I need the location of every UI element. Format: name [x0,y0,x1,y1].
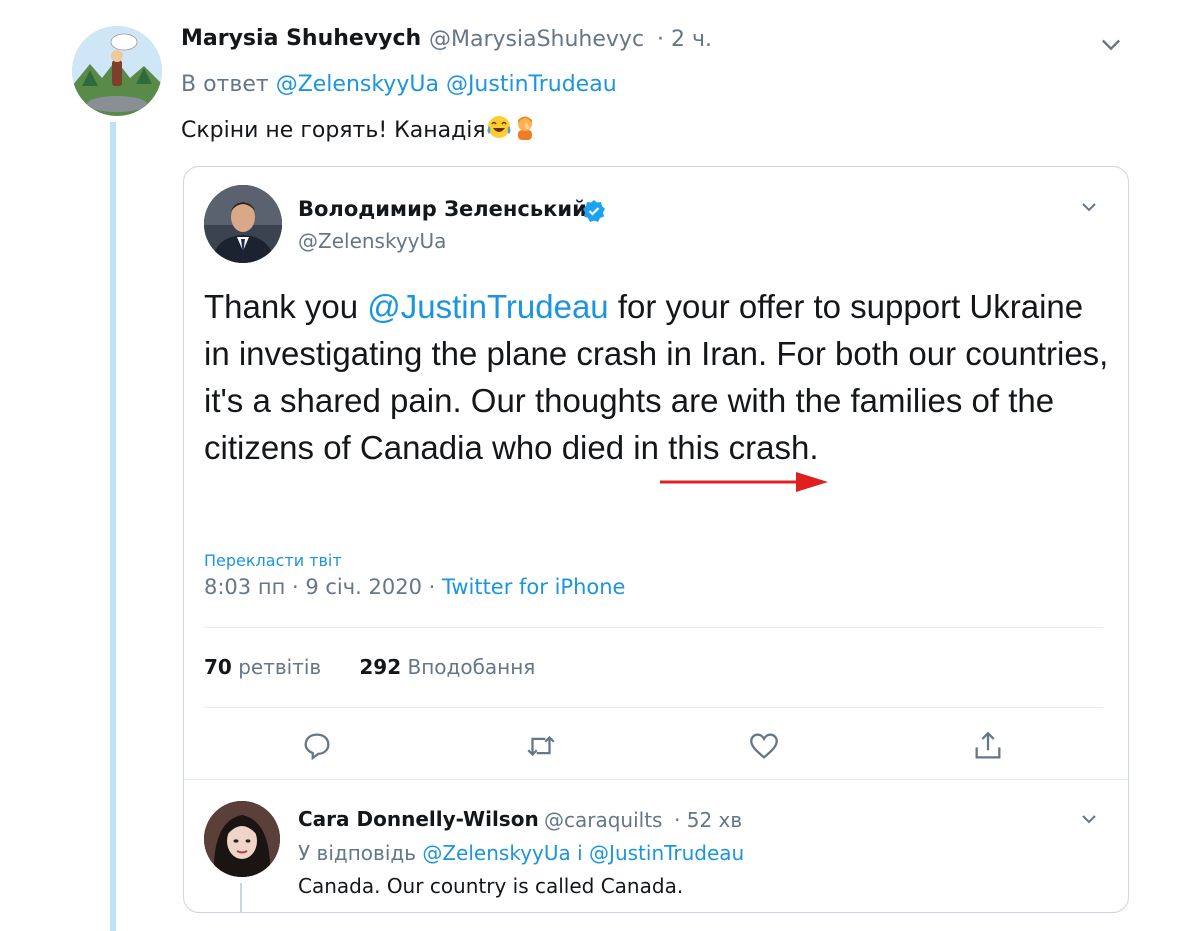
tweet-metadata: 8:03 пп · 9 січ. 2020 · Twitter for iPho… [204,575,625,599]
thread-connector-line [240,883,242,912]
divider [184,779,1128,780]
avatar-photo [204,801,280,877]
reply-prefix: У відповідь [298,841,416,865]
likes-count: 292 [359,655,402,679]
embedded-author-name[interactable]: Володимир Зеленський [298,197,587,221]
divider [204,627,1103,628]
avatar-photo [204,185,282,263]
reply-time[interactable]: · 52 хв [674,808,742,832]
tweet-source-link[interactable]: Twitter for iPhone [442,575,626,599]
outer-author-handle[interactable]: @MarysiaShuhevyc [429,27,644,52]
mention-link[interactable]: @ZelenskyyUa [422,841,570,865]
tweet-stats: 70 ретвітів 292 Вподобання [204,655,535,679]
like-heart-icon[interactable] [747,729,781,763]
divider [204,707,1103,708]
chevron-down-icon[interactable] [1077,807,1101,831]
mention-link[interactable]: @ZelenskyyUa [276,72,439,97]
mention-link[interactable]: @JustinTrudeau [589,841,744,865]
reply-icon[interactable] [300,729,334,763]
likes-label: Вподобання [407,655,536,679]
reply-author-handle[interactable]: @caraquilts [544,808,662,832]
share-icon[interactable] [971,729,1005,763]
reply-prefix: В ответ [181,72,269,97]
reply-author-avatar[interactable] [204,801,280,877]
embedded-tweet-card[interactable]: Володимир Зеленський @ZelenskyyUa Thank … [183,166,1129,913]
reply-text: Canada. Our country is called Canada. [298,874,684,898]
chevron-down-icon[interactable] [1097,30,1125,58]
retweets-count: 70 [204,655,232,679]
outer-tweet-text-content: Скріни не горять! Канадія [181,118,486,143]
retweets-stat[interactable]: 70 ретвітів [204,655,321,679]
retweet-icon[interactable] [524,729,558,763]
outer-tweet-text: Скріни не горять! Канадія [181,114,538,146]
person-facepalming-icon [512,114,538,146]
outer-tweet-time[interactable]: · 2 ч. [657,27,712,52]
outer-author-avatar[interactable] [72,26,162,116]
embedded-author-avatar[interactable] [204,185,282,263]
outer-author-name[interactable]: Marysia Shuhevych [181,26,421,51]
retweets-label: ретвітів [238,655,322,679]
thread-connector-line [110,122,116,931]
translate-tweet-link[interactable]: Перекласти твіт [204,551,342,570]
embedded-author-handle[interactable]: @ZelenskyyUa [298,229,446,253]
reply-joiner: і [577,841,583,865]
avatar-illustration [72,26,162,116]
red-arrow-annotation [660,469,830,495]
mention-link[interactable]: @JustinTrudeau [367,288,608,325]
tweet-timestamp[interactable]: 8:03 пп · 9 січ. 2020 · [204,575,442,599]
chevron-down-icon[interactable] [1077,195,1101,219]
mention-link[interactable]: @JustinTrudeau [446,72,617,97]
verified-badge-icon [582,199,606,223]
outer-reply-context: В ответ @ZelenskyyUa @JustinTrudeau [181,72,617,97]
reply-context: У відповідь @ZelenskyyUa і @JustinTrudea… [298,841,744,865]
body-text-prefix: Thank you [204,288,368,325]
reply-author-name[interactable]: Cara Donnelly-Wilson [298,807,539,831]
embedded-tweet-body: Thank you @JustinTrudeau for your offer … [204,283,1109,471]
face-with-tears-of-joy-icon [486,114,512,146]
likes-stat[interactable]: 292 Вподобання [359,655,535,679]
